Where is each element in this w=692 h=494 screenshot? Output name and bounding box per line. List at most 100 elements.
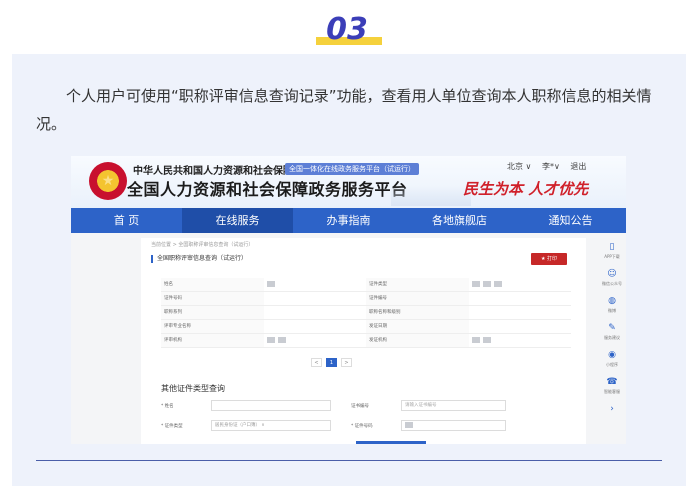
info-value: [469, 278, 572, 291]
location-selector[interactable]: 北京 ∨: [507, 162, 531, 171]
site-header: ★ 中华人民共和国人力资源和社会保障部 全国一体化在线政务服务平台（试运行） 全…: [71, 156, 626, 208]
side-tool-label: 微信公众号: [602, 281, 622, 286]
cert-no-label: 证书编号: [351, 404, 369, 409]
main-nav: 首 页 在线服务 办事指南 各地旗舰店 通知公告: [71, 208, 626, 233]
table-row: 姓名 证件类型: [161, 278, 571, 292]
side-tool-wechat[interactable]: ☺ 微信公众号: [598, 267, 626, 294]
platform-screenshot: ★ 中华人民共和国人力资源和社会保障部 全国一体化在线政务服务平台（试运行） 全…: [71, 156, 626, 444]
pager-prev[interactable]: <: [311, 358, 322, 367]
redacted-block: [471, 280, 480, 287]
wechat-icon: ☺: [607, 269, 617, 279]
side-tool-expand[interactable]: ›: [598, 402, 626, 429]
id-no-label: * 证件号码: [351, 424, 373, 429]
other-query-title: 其他证件类型查询: [161, 384, 225, 393]
cert-no-input[interactable]: 请输入证书编号: [401, 400, 506, 411]
redacted-block: [471, 336, 480, 343]
form-row: * 证件类型 居民身份证（户口簿） ∨ * 证件号码: [161, 420, 571, 437]
chevron-right-icon: ›: [610, 404, 614, 414]
assistant-icon: ◉: [608, 350, 616, 360]
skyline-graphic: [391, 186, 471, 206]
panel-title: 全国职称评审信息查询（试运行）: [151, 255, 247, 263]
pager-next[interactable]: >: [341, 358, 352, 367]
query-panel: 当前位置 > 全国职称评审信息查询（试运行） 全国职称评审信息查询（试运行） ★…: [141, 238, 586, 444]
slogan: 民生为本 人才优先: [463, 180, 589, 198]
redacted-block: [266, 280, 275, 287]
redacted-block: [482, 336, 491, 343]
nav-local-stores[interactable]: 各地旗舰店: [404, 208, 515, 233]
logout-link[interactable]: 退出: [570, 162, 586, 171]
side-tool-app[interactable]: ▯ APP下载: [598, 240, 626, 267]
phone-icon: ▯: [609, 242, 615, 252]
panel-accent-bar: [356, 441, 426, 444]
info-label: 发证机构: [366, 334, 469, 347]
info-value: [469, 292, 572, 305]
id-no-input[interactable]: [401, 420, 506, 431]
platform-tagline: 全国一体化在线政务服务平台（试运行）: [285, 163, 419, 175]
section-number: 03: [326, 12, 368, 47]
pagination: < 1 >: [311, 358, 356, 367]
redacted-block: [493, 280, 502, 287]
side-tool-label: 微博: [608, 308, 616, 313]
info-value: [264, 320, 367, 333]
section-badge: 03: [312, 12, 382, 48]
table-row: 证件号码 证件编号: [161, 292, 571, 306]
side-tool-support[interactable]: ☎ 智能客服: [598, 375, 626, 402]
redacted-block: [405, 421, 413, 428]
nav-home[interactable]: 首 页: [71, 208, 182, 233]
info-table: 姓名 证件类型 证件号码 证件编号 职称系列 职称名称和级别 评审专业名称 发证…: [161, 278, 571, 348]
side-tool-weibo[interactable]: ◍ 微博: [598, 294, 626, 321]
info-label: 证件号码: [161, 292, 264, 305]
info-value: [469, 320, 572, 333]
info-label: 评审专业名称: [161, 320, 264, 333]
top-links: 北京 ∨ 李*∨ 退出: [507, 161, 594, 172]
nav-guide[interactable]: 办事指南: [293, 208, 404, 233]
support-icon: ☎: [606, 377, 618, 387]
info-value: [469, 306, 572, 319]
info-value: [264, 306, 367, 319]
article-paragraph: 个人用户可使用“职称评审信息查询记录”功能，查看用人单位查询本人职称信息的相关情…: [36, 87, 652, 133]
table-row: 职称系列 职称名称和级别: [161, 306, 571, 320]
side-tool-label: 智能客服: [604, 389, 620, 394]
department-name: 中华人民共和国人力资源和社会保障部: [133, 166, 303, 177]
breadcrumb: 当前位置 > 全国职称评审信息查询（试运行）: [151, 242, 254, 248]
side-toolbar: ▯ APP下载 ☺ 微信公众号 ◍ 微博 ✎ 服务建议 ◉ 小程序 ☎ 智能客服 ›: [598, 240, 626, 414]
redacted-block: [277, 336, 286, 343]
table-row: 评审专业名称 发证日期: [161, 320, 571, 334]
side-tool-feedback[interactable]: ✎ 服务建议: [598, 321, 626, 348]
nav-notices[interactable]: 通知公告: [515, 208, 626, 233]
info-value: [264, 278, 367, 291]
side-tool-label: 服务建议: [604, 335, 620, 340]
info-value: [469, 334, 572, 347]
national-emblem-icon: ★: [89, 162, 127, 200]
id-type-select[interactable]: 居民身份证（户口簿） ∨: [211, 420, 331, 431]
print-button[interactable]: ★ 打印: [531, 253, 567, 265]
info-label: 证件编号: [366, 292, 469, 305]
info-label: 评审机构: [161, 334, 264, 347]
name-label: * 姓名: [161, 404, 174, 409]
bottom-divider: [36, 460, 662, 461]
info-value: [264, 292, 367, 305]
info-value: [264, 334, 367, 347]
side-tool-label: APP下载: [604, 254, 620, 259]
info-label: 职称系列: [161, 306, 264, 319]
user-menu[interactable]: 李*∨: [542, 162, 560, 171]
table-row: 评审机构 发证机构: [161, 334, 571, 348]
redacted-block: [266, 336, 275, 343]
id-type-value: 居民身份证（户口簿）: [215, 423, 260, 428]
info-label: 证件类型: [366, 278, 469, 291]
weibo-icon: ◍: [608, 296, 616, 306]
redacted-block: [482, 280, 491, 287]
id-type-label: * 证件类型: [161, 424, 183, 429]
other-query-form: * 姓名 证书编号 请输入证书编号 * 证件类型 居民身份证（户口簿） ∨ * …: [161, 400, 571, 440]
pager-page-1[interactable]: 1: [326, 358, 337, 367]
feedback-icon: ✎: [608, 323, 616, 333]
name-input[interactable]: [211, 400, 331, 411]
platform-name: 全国人力资源和社会保障政务服务平台: [127, 180, 408, 199]
print-label: 打印: [547, 256, 558, 262]
info-label: 发证日期: [366, 320, 469, 333]
side-tool-label: 小程序: [606, 362, 618, 367]
side-tool-miniapp[interactable]: ◉ 小程序: [598, 348, 626, 375]
info-label: 职称名称和级别: [366, 306, 469, 319]
nav-online-services[interactable]: 在线服务: [182, 208, 293, 233]
info-label: 姓名: [161, 278, 264, 291]
